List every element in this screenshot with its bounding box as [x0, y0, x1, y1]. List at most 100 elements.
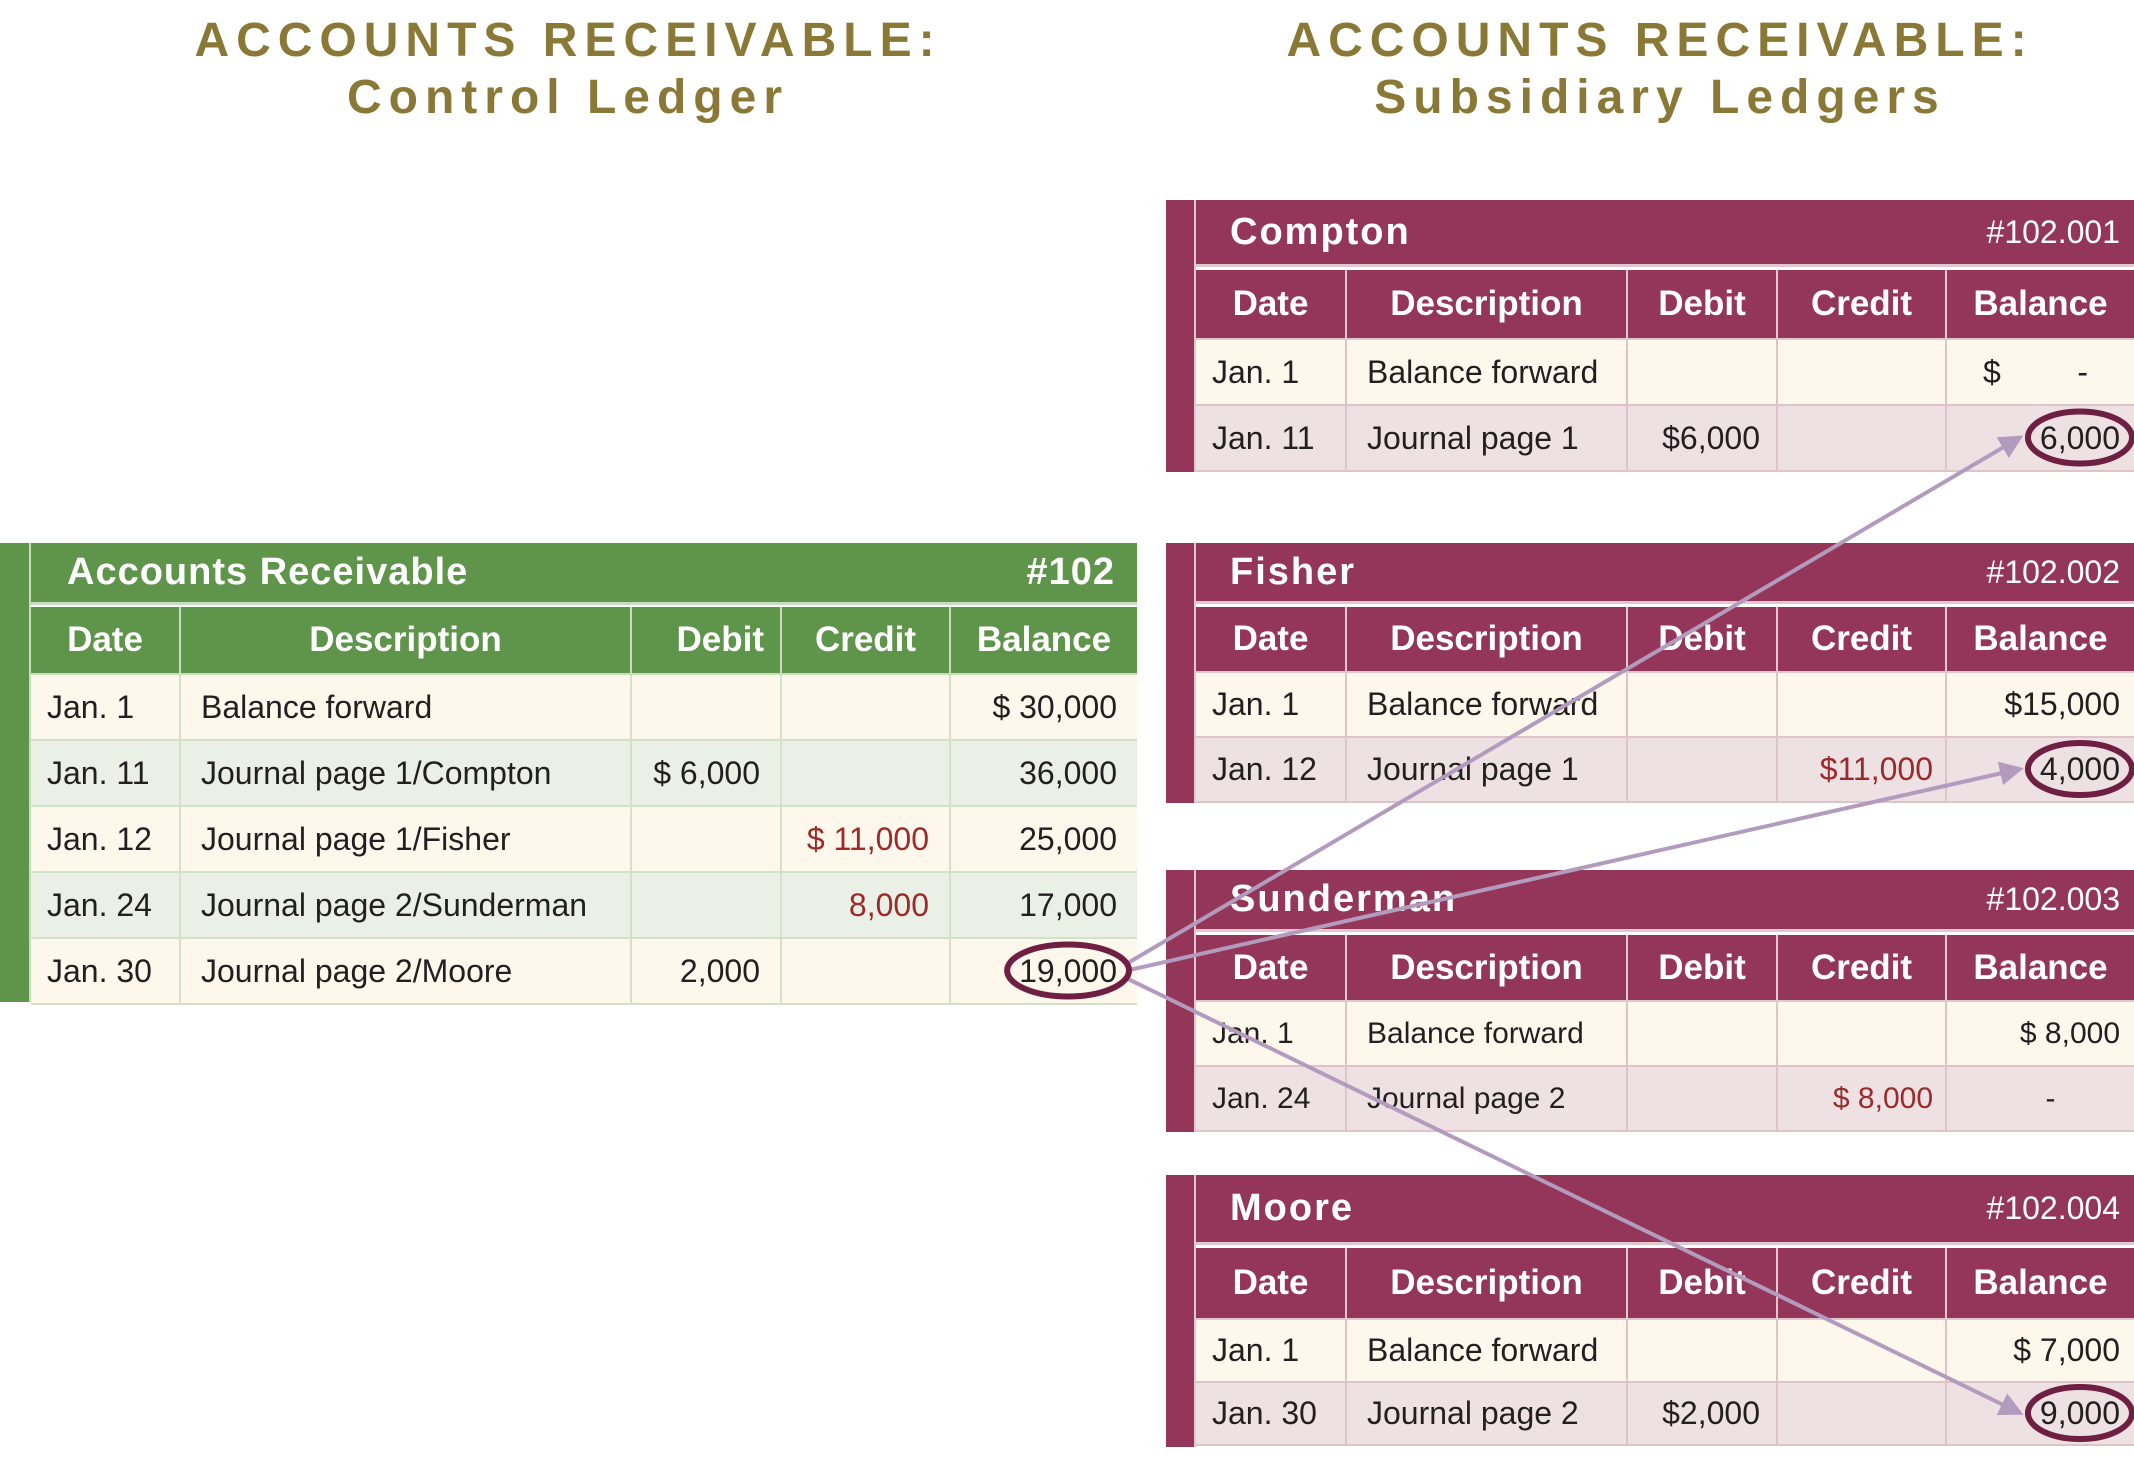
column-header-debit: Debit: [630, 607, 781, 675]
credit-cell: [1776, 672, 1946, 738]
date-cell: Jan. 1: [1196, 1001, 1346, 1067]
date-cell: Jan. 12: [1196, 737, 1346, 803]
ledger-row: Jan. 1 Balance forward $ -: [1196, 339, 2134, 406]
ledger-row: Jan. 1 Balance forward $ 30,000: [31, 674, 1137, 741]
subsidiary-ledger-moore: Moore #102.004 Date Description Debit Cr…: [1166, 1175, 2134, 1447]
ledger-table: Date Description Debit Credit Balance Ja…: [1196, 270, 2134, 472]
date-cell: Jan. 24: [31, 872, 180, 939]
balance-value: -: [2077, 353, 2088, 390]
ledger-row: Jan. 11 Journal page 1/Compton $ 6,000 36,0…: [31, 740, 1137, 807]
column-header-credit: Credit: [1776, 935, 1946, 1002]
balance-cell: $15,000: [1945, 672, 2134, 738]
ledger-row: Jan. 24 Journal page 2 $ 8,000 -: [1196, 1066, 2134, 1132]
ledger-title-bar: Sunderman #102.003: [1196, 870, 2134, 932]
debit-cell: [630, 872, 781, 939]
column-header-balance: Balance: [949, 607, 1137, 675]
ledger-account-number: #102.003: [1986, 881, 2120, 917]
date-cell: Jan. 30: [1196, 1382, 1346, 1446]
column-header-description: Description: [179, 607, 631, 675]
column-header-balance: Balance: [1945, 935, 2134, 1002]
ledger-row: Jan. 1 Balance forward $ 7,000: [1196, 1319, 2134, 1383]
subsidiary-ledger-sunderman: Sunderman #102.003 Date Description Debi…: [1166, 870, 2134, 1132]
ledger-row: Jan. 12 Journal page 1/Fisher $ 11,000 25,0…: [31, 806, 1137, 873]
description-cell: Balance forward: [179, 674, 631, 741]
credit-cell: 8,000: [780, 872, 950, 939]
ledger-row: Jan. 12 Journal page 1 $11,000 4,000: [1196, 737, 2134, 803]
credit-cell: $11,000: [1776, 737, 1946, 803]
column-header-balance: Balance: [1945, 270, 2134, 340]
date-cell: Jan. 30: [31, 938, 180, 1005]
date-cell: Jan. 1: [1196, 1319, 1346, 1383]
subsidiary-ledgers-heading-line1: ACCOUNTS RECEIVABLE:: [1286, 14, 2034, 67]
control-ledger-heading-line2: Control Ledger: [347, 71, 789, 124]
balance-cell: $ 8,000: [1945, 1001, 2134, 1067]
credit-cell: [1776, 1382, 1946, 1446]
credit-cell: $ 11,000: [780, 806, 950, 873]
debit-cell: $2,000: [1626, 1382, 1777, 1446]
debit-cell: [1626, 1001, 1777, 1067]
ledger-header-row: Date Description Debit Credit Balance: [1196, 607, 2134, 673]
ledger-name: Compton: [1230, 210, 1411, 253]
ledger-account-number: #102.002: [1986, 553, 2120, 590]
debit-cell: [1626, 737, 1777, 803]
balance-cell: 9,000: [1945, 1382, 2134, 1446]
description-cell: Journal page 1: [1345, 405, 1627, 472]
subsidiary-ledger-compton: Compton #102.001 Date Description Debit …: [1166, 200, 2134, 472]
column-header-date: Date: [1196, 607, 1346, 673]
ledger-name: Fisher: [1230, 550, 1357, 593]
subsidiary-ledgers-heading: ACCOUNTS RECEIVABLE: Subsidiary Ledgers: [1250, 12, 2070, 126]
control-ledger-heading: ACCOUNTS RECEIVABLE: Control Ledger: [160, 12, 976, 126]
ledger-title-bar: Accounts Receivable #102: [31, 543, 1137, 605]
debit-cell: [1626, 1066, 1777, 1132]
ledger-side-strip: [1166, 1175, 1196, 1447]
balance-cell: -: [1945, 1066, 2134, 1132]
ledger-account-number: #102: [1026, 551, 1115, 593]
balance-cell: 19,000: [949, 938, 1137, 1005]
ledger-side-strip: [1166, 543, 1196, 803]
subsidiary-ledger-fisher: Fisher #102.002 Date Description Debit C…: [1166, 543, 2134, 803]
debit-cell: [630, 674, 781, 741]
description-cell: Journal page 1/Compton: [179, 740, 631, 807]
column-header-date: Date: [1196, 1248, 1346, 1320]
column-header-debit: Debit: [1626, 935, 1777, 1002]
column-header-balance: Balance: [1945, 607, 2134, 673]
balance-cell: $ -: [1945, 339, 2134, 406]
credit-cell: $ 8,000: [1776, 1066, 1946, 1132]
ledger-side-strip: [1166, 870, 1196, 1132]
ledger-header-row: Date Description Debit Credit Balance: [1196, 270, 2134, 340]
column-header-debit: Debit: [1626, 607, 1777, 673]
column-header-description: Description: [1345, 935, 1627, 1002]
ledger-account-number: #102.004: [1986, 1190, 2120, 1226]
description-cell: Journal page 2/Sunderman: [179, 872, 631, 939]
column-header-description: Description: [1345, 1248, 1627, 1320]
ledger-row: Jan. 11 Journal page 1 $6,000 6,000: [1196, 405, 2134, 472]
column-header-description: Description: [1345, 607, 1627, 673]
date-cell: Jan. 11: [1196, 405, 1346, 472]
currency-symbol: $: [1983, 353, 2001, 390]
ledger-row: Jan. 1 Balance forward $ 8,000: [1196, 1001, 2134, 1067]
date-cell: Jan. 12: [31, 806, 180, 873]
balance-cell: 17,000: [949, 872, 1137, 939]
description-cell: Balance forward: [1345, 1319, 1627, 1383]
ledger-title-bar: Compton #102.001: [1196, 200, 2134, 267]
description-cell: Journal page 2/Moore: [179, 938, 631, 1005]
column-header-credit: Credit: [1776, 607, 1946, 673]
debit-cell: 2,000: [630, 938, 781, 1005]
ledger-title-bar: Moore #102.004: [1196, 1175, 2134, 1245]
column-header-date: Date: [31, 607, 180, 675]
date-cell: Jan. 1: [1196, 339, 1346, 406]
ledger-row: Jan. 24 Journal page 2/Sunderman 8,000 17,0…: [31, 872, 1137, 939]
control-ledger: Accounts Receivable #102 Date Descriptio…: [0, 543, 1137, 1005]
ledger-side-strip: [1166, 200, 1196, 472]
credit-cell: [1776, 1001, 1946, 1067]
balance-cell: $ 7,000: [1945, 1319, 2134, 1383]
balance-cell: 6,000: [1945, 405, 2134, 472]
balance-cell: 25,000: [949, 806, 1137, 873]
date-cell: Jan. 11: [31, 740, 180, 807]
description-cell: Journal page 2: [1345, 1066, 1627, 1132]
ledger-name: Sunderman: [1230, 878, 1458, 920]
ledger-header-row: Date Description Debit Credit Balance: [1196, 935, 2134, 1002]
balance-cell: $ 30,000: [949, 674, 1137, 741]
date-cell: Jan. 24: [1196, 1066, 1346, 1132]
ledger-table: Date Description Debit Credit Balance Ja…: [1196, 1248, 2134, 1446]
